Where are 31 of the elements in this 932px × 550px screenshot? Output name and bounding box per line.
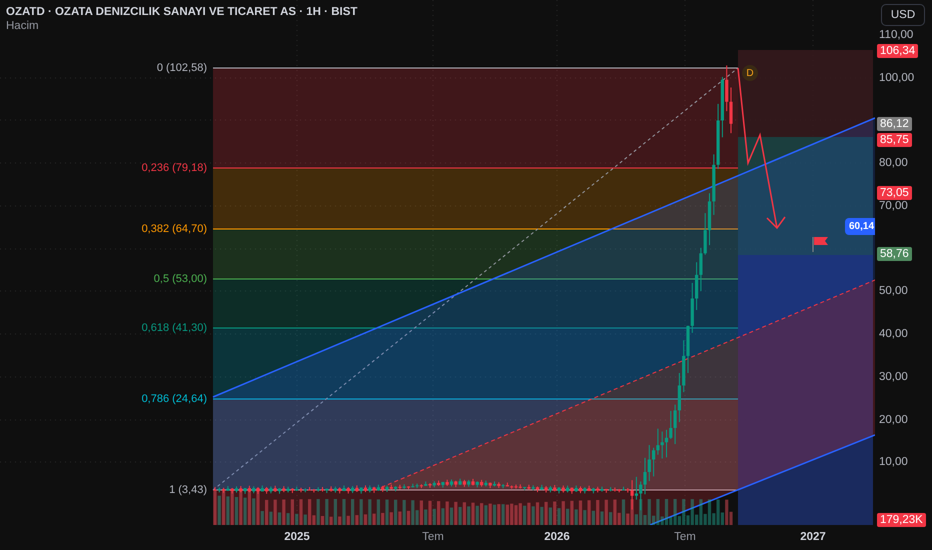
price-tag: 85,75 <box>877 133 912 147</box>
price-tick: 80,00 <box>879 157 908 169</box>
indicator-label: Hacim <box>6 20 40 32</box>
fibonacci-level-label: 0,382 (64,70) <box>142 223 207 235</box>
currency-button[interactable]: USD <box>881 4 925 26</box>
time-label: 2025 <box>284 531 310 543</box>
chart-title: OZATD · OZATA DENIZCILIK SANAYI VE TICARET AS · 1H · BIST <box>6 6 358 18</box>
price-tick: 110,00 <box>879 29 914 41</box>
time-label: 2027 <box>800 531 826 543</box>
fibonacci-level-label: 0,786 (24,64) <box>142 393 207 405</box>
price-tag: 106,34 <box>877 44 918 58</box>
price-tick: 50,00 <box>879 285 908 297</box>
price-tag: 73,05 <box>877 186 912 200</box>
price-callout: 60,14 <box>845 218 875 235</box>
time-label: Tem <box>674 531 696 543</box>
fibonacci-level-label: 0,236 (79,18) <box>142 162 207 174</box>
fibonacci-level-label: 0 (102,58) <box>156 62 207 74</box>
price-tag: 179,23K <box>877 513 926 527</box>
fibonacci-level-label: 0,5 (53,00) <box>154 273 207 285</box>
price-tick: 20,00 <box>879 414 908 426</box>
price-tag: 58,76 <box>877 247 912 261</box>
price-tick: 70,00 <box>879 200 908 212</box>
time-label: 2026 <box>544 531 570 543</box>
fibonacci-level-label: 0,618 (41,30) <box>142 322 207 334</box>
time-label: Tem <box>422 531 444 543</box>
price-tag: 86,12 <box>877 117 912 131</box>
price-tick: 100,00 <box>879 72 914 84</box>
price-tick: 40,00 <box>879 328 908 340</box>
price-tick: 30,00 <box>879 371 908 383</box>
fibonacci-level-label: 1 (3,43) <box>169 484 207 496</box>
price-tick: 10,00 <box>879 456 908 468</box>
